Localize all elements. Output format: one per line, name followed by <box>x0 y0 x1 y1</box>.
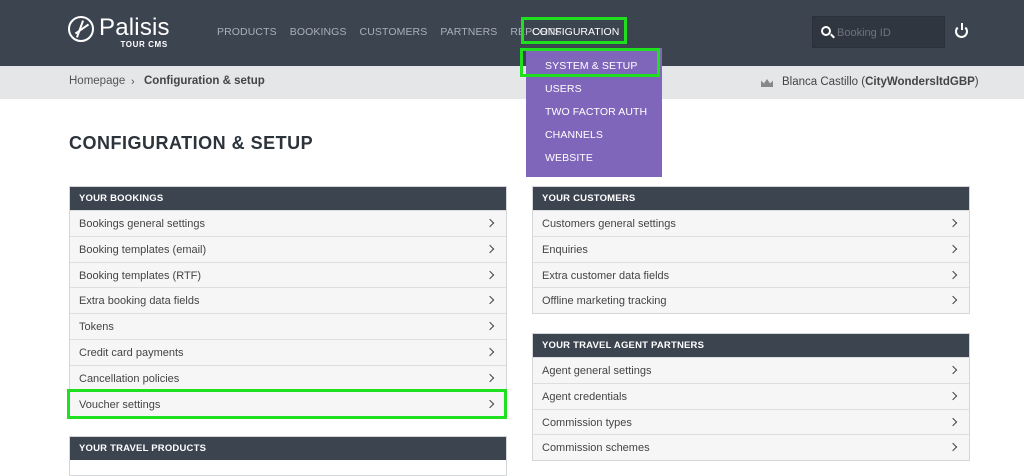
list-item[interactable]: Offline marketing tracking <box>533 287 969 314</box>
search-icon[interactable] <box>821 26 831 36</box>
list-item-label: Extra customer data fields <box>542 269 670 282</box>
panel-travel-products-title: YOUR TRAVEL PRODUCTS <box>70 437 506 460</box>
user-name: Blanca Castillo <box>782 76 859 88</box>
list-item-label: Commission schemes <box>542 442 650 455</box>
menu-item-two-factor-auth[interactable]: TWO FACTOR AUTH <box>545 106 647 118</box>
list-item[interactable]: Commission schemes <box>533 434 969 461</box>
chevron-right-icon <box>948 218 958 228</box>
chevron-right-icon <box>948 296 958 305</box>
list-item-label: Commission types <box>542 416 632 429</box>
list-item-label: Booking templates (RTF) <box>79 269 202 282</box>
list-item[interactable]: Extra booking data fields <box>70 287 506 314</box>
breadcrumb-current: Configuration & setup <box>144 75 265 87</box>
breadcrumb-separator: › <box>131 76 135 88</box>
list-item[interactable]: Cancellation policies <box>70 364 506 391</box>
booking-id-input[interactable] <box>837 23 941 43</box>
logo-subtitle: TOUR CMS <box>120 40 168 49</box>
nav-bookings[interactable]: BOOKINGS <box>290 26 347 38</box>
chevron-right-icon <box>485 296 495 305</box>
user-account: CityWondersltdGBP <box>865 76 975 88</box>
panel-travel-products: YOUR TRAVEL PRODUCTS <box>69 436 507 476</box>
nav-configuration[interactable]: CONFIGURATION <box>532 26 619 38</box>
menu-item-channels[interactable]: CHANNELS <box>545 129 603 141</box>
breadcrumb-home[interactable]: Homepage <box>69 75 125 87</box>
menu-item-users[interactable]: USERS <box>545 83 582 95</box>
nav-products[interactable]: PRODUCTS <box>217 26 277 38</box>
list-item[interactable]: Customers general settings <box>533 210 969 236</box>
booking-search <box>812 16 945 48</box>
menu-item-website[interactable]: WEBSITE <box>545 152 593 164</box>
list-item-label: Booking templates (email) <box>79 243 207 256</box>
chevron-right-icon <box>948 244 958 254</box>
chevron-right-icon <box>485 321 495 331</box>
nav-customers[interactable]: CUSTOMERS <box>360 26 428 38</box>
list-item[interactable]: Bookings general settings <box>70 210 506 236</box>
list-item[interactable]: Enquiries <box>533 235 969 262</box>
chevron-right-icon <box>948 443 958 452</box>
chevron-right-icon <box>948 365 958 375</box>
list-item-label: Enquiries <box>542 243 588 256</box>
list-item-label: Credit card payments <box>79 346 184 359</box>
list-item[interactable]: Booking templates (RTF) <box>70 261 506 288</box>
list-item[interactable]: Agent general settings <box>533 357 969 383</box>
list-item[interactable]: Credit card payments <box>70 338 506 365</box>
chevron-right-icon <box>948 417 958 426</box>
list-item-label: Cancellation policies <box>79 372 180 385</box>
panel-agent-partners-title: YOUR TRAVEL AGENT PARTNERS <box>533 334 969 357</box>
chevron-right-icon <box>485 270 495 279</box>
list-item[interactable]: Agent credentials <box>533 382 969 409</box>
list-item-label: Extra booking data fields <box>79 295 200 308</box>
chevron-right-icon <box>948 391 958 401</box>
list-item[interactable]: Commission types <box>533 408 969 435</box>
logo-globe-icon <box>68 16 94 42</box>
list-item-label: Tokens <box>79 321 114 334</box>
list-item-label: Bookings general settings <box>79 218 205 230</box>
page-title: CONFIGURATION & SETUP <box>69 133 314 153</box>
list-item[interactable]: Booking templates (email) <box>70 235 506 262</box>
panel-customers-title: YOUR CUSTOMERS <box>533 187 969 210</box>
system-setup-highlight <box>520 48 660 77</box>
user-info: Blanca Castillo (CityWondersltdGBP) <box>782 76 979 88</box>
panel-bookings: YOUR BOOKINGS Bookings general settings … <box>69 186 507 418</box>
chevron-right-icon <box>485 218 495 228</box>
chevron-right-icon <box>485 244 495 254</box>
power-icon[interactable] <box>955 23 968 38</box>
list-item[interactable]: Extra customer data fields <box>533 261 969 288</box>
nav-partners[interactable]: PARTNERS <box>440 26 497 38</box>
list-item-label: Offline marketing tracking <box>542 295 667 308</box>
list-item-label: Agent credentials <box>542 390 627 403</box>
chevron-right-icon <box>485 347 495 357</box>
list-item-label: Customers general settings <box>542 218 676 230</box>
list-item[interactable]: Tokens <box>70 313 506 339</box>
panel-customers: YOUR CUSTOMERS Customers general setting… <box>532 186 970 315</box>
chevron-right-icon <box>485 373 495 383</box>
panel-agent-partners: YOUR TRAVEL AGENT PARTNERS Agent general… <box>532 333 970 462</box>
panel-bookings-title: YOUR BOOKINGS <box>70 187 506 210</box>
logo-name: Palisis <box>99 14 170 41</box>
list-item-label: Agent general settings <box>542 365 652 377</box>
palisis-logo[interactable]: Palisis TOUR CMS <box>68 15 170 49</box>
voucher-settings-highlight <box>67 389 507 419</box>
chevron-right-icon <box>948 270 958 279</box>
